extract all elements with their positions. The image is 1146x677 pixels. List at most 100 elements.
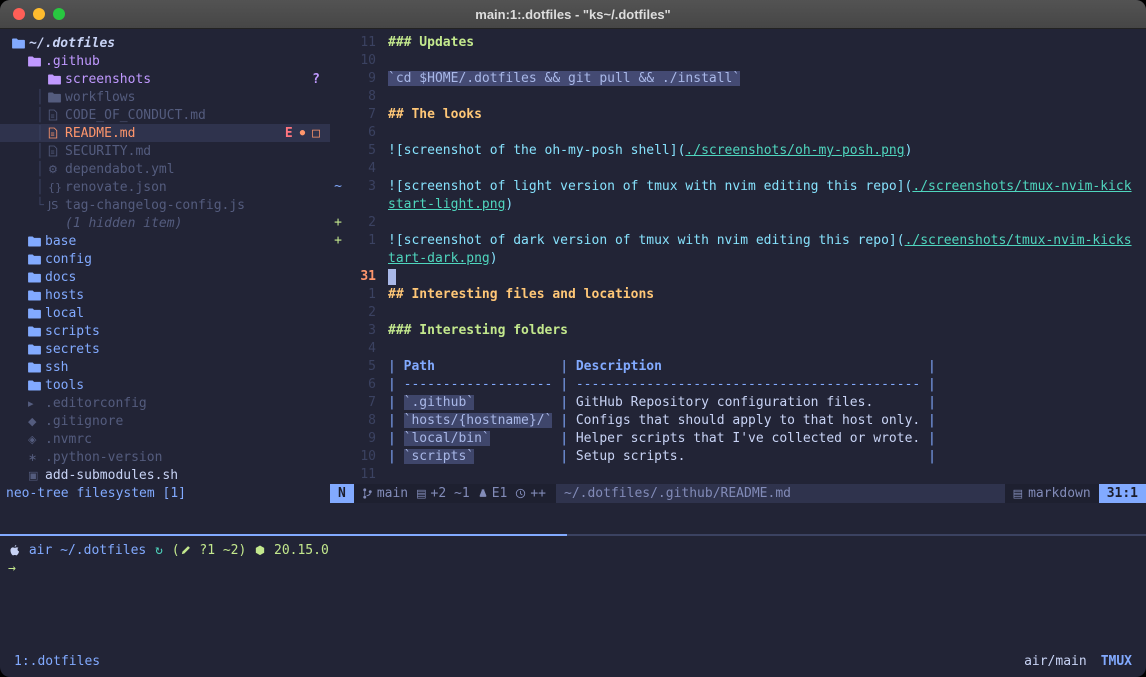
text-segment: | [552, 395, 575, 410]
tree-item[interactable]: base [0, 232, 330, 250]
play-icon: ▸ [28, 397, 45, 410]
tree-item[interactable]: │CODE_OF_CONDUCT.md [0, 106, 330, 124]
buffer-icon: ▤ [416, 487, 426, 500]
prompt-segment: air [21, 543, 60, 558]
text-segment: ) [490, 251, 498, 266]
clock-icon [515, 488, 526, 499]
tree-item[interactable]: tools [0, 376, 330, 394]
editor-line[interactable]: 5| Path | Description | [330, 358, 1146, 376]
neotree-file-explorer[interactable]: ~/.dotfiles.githubscreenshots?│workflows… [0, 29, 330, 484]
text-segment: ### Interesting folders [388, 323, 568, 338]
gutter-sign [330, 430, 346, 448]
editor-line[interactable]: +2 [330, 214, 1146, 232]
editor-line[interactable]: 5![screenshot of the oh-my-posh shell](.… [330, 142, 1146, 160]
filetype-label: markdown [1028, 486, 1091, 501]
editor-line[interactable]: 6| ------------------- | ---------------… [330, 376, 1146, 394]
tree-item[interactable]: ~/.dotfiles [0, 34, 330, 52]
git-branch-icon [362, 487, 373, 500]
editor-line[interactable]: tart-dark.png) [330, 250, 1146, 268]
editor-line[interactable]: 6 [330, 124, 1146, 142]
file-path[interactable]: ~/.dotfiles/.github/README.md [556, 484, 1005, 503]
folder-icon [28, 272, 45, 283]
text-segment: Helper scripts that I've collected or wr… [576, 431, 920, 446]
gutter-gap [376, 412, 388, 430]
status-badge: ? [312, 72, 320, 87]
tree-item[interactable]: hosts [0, 286, 330, 304]
text-segment: ) [905, 143, 913, 158]
editor-line[interactable]: 7| `.github` | GitHub Repository configu… [330, 394, 1146, 412]
line-content: | `.github` | GitHub Repository configur… [388, 394, 936, 412]
shell-pane[interactable]: air ~/.dotfiles ↻ ( ?1 ~2) 20.15.0 → [0, 536, 1146, 651]
tree-item[interactable]: (1 hidden item) [0, 214, 330, 232]
gutter-sign [330, 394, 346, 412]
editor-line[interactable]: 4 [330, 340, 1146, 358]
gutter-sign [330, 304, 346, 322]
text-segment [490, 431, 553, 446]
tree-item[interactable]: docs [0, 268, 330, 286]
tree-item[interactable]: ∗.python-version [0, 448, 330, 466]
editor-line[interactable]: +1![screenshot of dark version of tmux w… [330, 232, 1146, 250]
tree-item[interactable]: secrets [0, 340, 330, 358]
tree-item[interactable]: │README.mdE●□ [0, 124, 330, 142]
gutter-sign [330, 358, 346, 376]
editor-line[interactable]: 1## Interesting files and locations [330, 286, 1146, 304]
tree-item[interactable]: │⚙dependabot.yml [0, 160, 330, 178]
editor-line[interactable]: 11 [330, 466, 1146, 484]
line-content: tart-dark.png) [388, 250, 498, 268]
indent-guide: │ [36, 126, 48, 141]
editor-line[interactable]: start-light.png) [330, 196, 1146, 214]
tree-item[interactable]: ◆.gitignore [0, 412, 330, 430]
tree-item[interactable]: local [0, 304, 330, 322]
editor-buffer[interactable]: 11### Updates109`cd $HOME/.dotfiles && g… [330, 29, 1146, 484]
refresh-icon: ↻ [155, 543, 163, 558]
folder-icon [28, 290, 45, 301]
tree-item[interactable]: scripts [0, 322, 330, 340]
editor-line[interactable]: 8| `hosts/{hostname}/` | Configs that sh… [330, 412, 1146, 430]
editor-line[interactable]: 31 [330, 268, 1146, 286]
text-segment: `.github` [404, 395, 474, 410]
markdown-file-icon: ▤ [1013, 487, 1023, 500]
editor-line[interactable]: 2 [330, 304, 1146, 322]
tree-item[interactable]: screenshots? [0, 70, 330, 88]
tree-item[interactable]: .github [0, 52, 330, 70]
tmux-window-tab[interactable]: 1:.dotfiles [14, 653, 100, 671]
git-diff: ▤ +2 ~1 [416, 486, 470, 501]
prompt-segment: 20.15.0 [266, 543, 329, 558]
node-icon [255, 545, 265, 556]
editor-line[interactable]: 4 [330, 160, 1146, 178]
editor-line[interactable]: 9| `local/bin` | Helper scripts that I'v… [330, 430, 1146, 448]
tree-item[interactable]: ▸.editorconfig [0, 394, 330, 412]
gutter-sign [330, 322, 346, 340]
tree-item[interactable]: │SECURITY.md [0, 142, 330, 160]
line-content: ![screenshot of the oh-my-posh shell](./… [388, 142, 912, 160]
editor-line[interactable]: 7## The looks [330, 106, 1146, 124]
editor-line[interactable]: 10| `scripts` | Setup scripts. | [330, 448, 1146, 466]
tree-item[interactable]: └JStag-changelog-config.js [0, 196, 330, 214]
tree-item-label: local [45, 306, 84, 321]
tree-item[interactable]: ssh [0, 358, 330, 376]
line-content: ## The looks [388, 106, 482, 124]
editor-line[interactable]: 3### Interesting folders [330, 322, 1146, 340]
editor-line[interactable]: 11### Updates [330, 34, 1146, 52]
editor-line[interactable]: 10 [330, 52, 1146, 70]
tree-item-badges: E●□ [285, 126, 330, 141]
tree-item[interactable]: │{}renovate.json [0, 178, 330, 196]
tree-item-label: add-submodules.sh [45, 468, 178, 483]
shell-continuation[interactable]: → [8, 559, 1146, 577]
tree-item[interactable]: ◈.nvmrc [0, 430, 330, 448]
text-segment: ----------------------------------------… [576, 377, 920, 392]
file-icon [48, 109, 65, 121]
shell-prompt: air ~/.dotfiles ↻ ( ?1 ~2) 20.15.0 [8, 541, 1146, 559]
tree-item[interactable]: │workflows [0, 88, 330, 106]
tree-item[interactable]: ▣add-submodules.sh [0, 466, 330, 484]
editor-line[interactable]: ~3![screenshot of light version of tmux … [330, 178, 1146, 196]
editor-line[interactable]: 9`cd $HOME/.dotfiles && git pull && ./in… [330, 70, 1146, 88]
tree-item[interactable]: config [0, 250, 330, 268]
script-icon: ▣ [28, 469, 45, 482]
tree-item-label: (1 hidden item) [65, 216, 182, 231]
gutter-sign [330, 160, 346, 178]
mode-indicator: N [330, 484, 354, 503]
text-segment: ./screenshots/tmux-nvim-kicks [905, 233, 1132, 248]
text-segment: ![screenshot of light version of tmux wi… [388, 179, 912, 194]
editor-line[interactable]: 8 [330, 88, 1146, 106]
